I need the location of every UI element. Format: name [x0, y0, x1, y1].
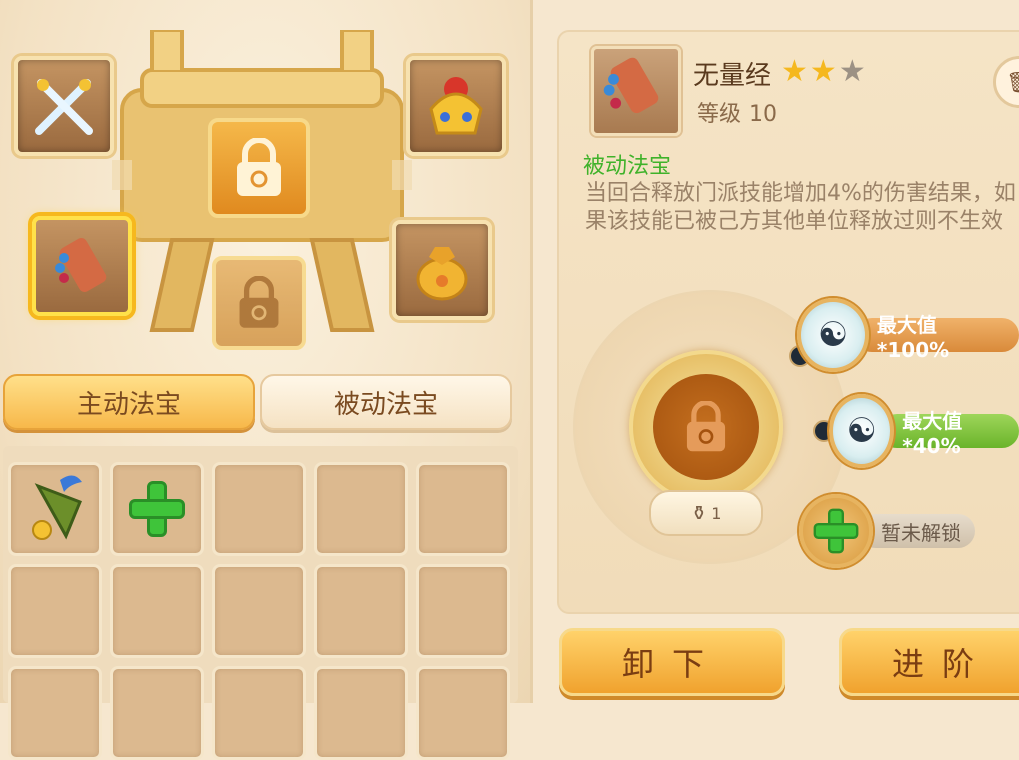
star-empty-icon: ★: [838, 54, 866, 89]
inventory-cell-add[interactable]: [110, 462, 204, 556]
item-type: 被动法宝: [583, 154, 672, 179]
item-level: 等级 10: [697, 96, 777, 128]
inventory-cell[interactable]: [110, 666, 204, 760]
plus-icon: [813, 508, 859, 554]
attribute-label: 最大值*100%: [854, 313, 1019, 362]
inventory-cell[interactable]: [416, 564, 510, 658]
medallion-level: 1: [711, 503, 722, 523]
item-name: 无量经: [693, 61, 772, 91]
equipment-panel: 主动法宝 被动法宝: [0, 0, 533, 760]
treasure-detail-panel: 无量经 ★ ★ ★ 等级 10 🗑 被动法宝 当回合释放门派技能增加4%的伤害结果…: [533, 0, 1019, 703]
tab-passive-treasure[interactable]: 被动法宝: [260, 374, 512, 430]
medallion-level-pill: ⚱ 1: [649, 490, 763, 536]
scroll-icon: [603, 57, 659, 114]
lock-icon: [239, 276, 279, 328]
inventory-cell[interactable]: [314, 564, 408, 658]
inventory-cell[interactable]: [416, 666, 510, 760]
inventory-grid: [3, 446, 518, 760]
lock-icon: [237, 138, 281, 196]
attribute-row-2[interactable]: ☯ 最大值*40%: [829, 394, 1019, 468]
slot-pouch[interactable]: [392, 220, 492, 320]
star-filled-icon: ★: [809, 54, 837, 89]
inventory-cell[interactable]: [212, 462, 306, 556]
attribute-label: 暂未解锁: [859, 514, 975, 548]
level-label: 等级: [697, 102, 742, 127]
plus-icon: [129, 481, 185, 537]
advance-button[interactable]: 进阶: [839, 628, 1019, 696]
star-rating: ★ ★ ★: [781, 56, 866, 88]
inventory-cell[interactable]: [8, 666, 102, 760]
armor-helmet-icon: [429, 77, 483, 135]
slot-armor[interactable]: [406, 56, 506, 156]
inventory-cell[interactable]: [416, 462, 510, 556]
slot-weapon[interactable]: [14, 56, 114, 156]
inventory-cell[interactable]: [212, 666, 306, 760]
crossed-swords-icon: [35, 79, 93, 135]
unequip-button[interactable]: 卸下: [559, 628, 785, 696]
add-attribute-button[interactable]: [799, 494, 873, 568]
locked-slot-bottom[interactable]: [212, 256, 306, 350]
trash-icon: 🗑: [1006, 70, 1019, 94]
lock-icon: [686, 401, 726, 452]
center-medallion[interactable]: [629, 350, 783, 504]
treasure-pouch-icon: [416, 247, 468, 301]
locked-slot-top[interactable]: [208, 118, 310, 218]
inventory-cell[interactable]: [212, 564, 306, 658]
item-description: 当回合释放门派技能增加4%的伤害结果，如果该技能已被己方其他单位释放过则不生效: [585, 181, 1016, 234]
item-icon: [591, 46, 681, 136]
yin-yang-icon: ☯: [829, 394, 895, 468]
inventory-cell[interactable]: [8, 564, 102, 658]
medallion-core: [653, 374, 759, 480]
bell-icon: [32, 475, 82, 540]
tab-active-treasure[interactable]: 主动法宝: [3, 374, 255, 430]
scroll-icon: [55, 238, 107, 292]
star-filled-icon: ★: [781, 54, 808, 89]
yin-yang-icon: ☯: [797, 298, 869, 372]
attribute-row-1[interactable]: ☯ 最大值*100%: [797, 298, 1019, 372]
level-value: 10: [749, 102, 778, 127]
gourd-icon: ⚱: [690, 501, 708, 525]
attribute-label: 最大值*40%: [880, 409, 1019, 458]
attribute-row-3-locked[interactable]: 暂未解锁: [799, 494, 975, 568]
inventory-cell[interactable]: [110, 564, 204, 658]
slot-scroll[interactable]: [32, 216, 132, 316]
inventory-cell[interactable]: [8, 462, 102, 556]
inventory-cell[interactable]: [314, 666, 408, 760]
inventory-cell[interactable]: [314, 462, 408, 556]
